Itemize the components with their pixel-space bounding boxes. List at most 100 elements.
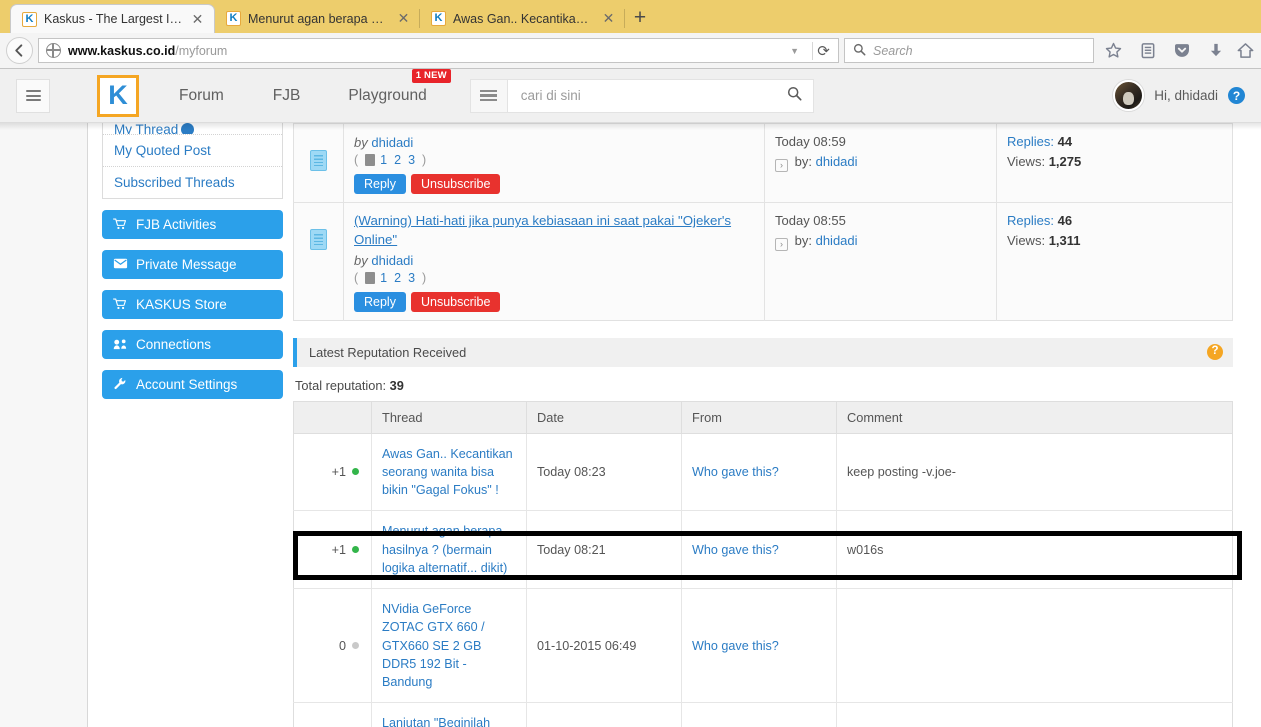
table-row[interactable]: +1 Menurut agan berapa hasilnya ? (berma… [293,510,1233,590]
total-reputation-label: Total reputation: [295,377,387,393]
last-post-author: › by: dhidadi [775,152,986,172]
reputation-thread-link[interactable]: Lanjutan "Beginilah kalau lalat kimpoi" … [382,716,513,727]
unsubscribe-button[interactable]: Unsubscribe [410,291,501,312]
thread-page-link-3[interactable]: 3 [408,153,415,167]
table-row[interactable]: 0 NVidia GeForce ZOTAC GTX 660 / GTX660 … [293,588,1233,704]
pocket-icon[interactable] [1167,36,1196,65]
downloads-icon[interactable] [1201,36,1230,65]
views-label: Views: [1007,153,1046,169]
thread-lastpost-cell: Today 08:55 › by: dhidadi [764,202,997,321]
browser-tab-0[interactable]: K Kaskus - The Largest Indo... ✕ [10,4,215,33]
bookmark-star-icon[interactable] [1099,36,1128,65]
views-stat: Views: 1,275 [1007,152,1222,172]
search-icon[interactable] [787,86,802,105]
sidebar-item-private-message[interactable]: Private Message [102,250,283,279]
reputation-thread-link[interactable]: Menurut agan berapa hasilnya ? (bermain … [382,524,507,575]
sidebar-item-fjb-activities[interactable]: FJB Activities [102,210,283,239]
help-icon[interactable]: ? [1228,87,1245,104]
last-post-author-link[interactable]: dhidadi [816,154,858,169]
reply-button[interactable]: Reply [354,174,406,194]
panel-title: Latest Reputation Received [309,344,467,360]
category-menu-icon [480,87,498,103]
back-icon[interactable] [6,37,33,64]
header-search-group [469,78,814,113]
sidebar-item-my-thread[interactable]: My Thread [103,123,282,135]
jump-to-last-post-icon[interactable]: › [775,237,788,251]
thread-title-link[interactable]: (Warning) Hati-hati jika punya kebiasaan… [354,211,754,250]
site-search-box[interactable] [506,78,814,113]
table-row[interactable]: +1 Awas Gan.. Kecantikan seorang wanita … [293,433,1233,512]
reputation-comment-cell: keep posting -v.joe- [836,433,1233,512]
browser-search-bar[interactable]: Search [844,38,1094,63]
reputation-thread-link[interactable]: Awas Gan.. Kecantikan seorang wanita bis… [382,447,513,498]
sidebar-item-label: FJB Activities [136,217,217,232]
replies-label: Replies: [1007,134,1054,149]
close-tab-icon[interactable]: ✕ [396,11,411,26]
column-header-from: From [681,401,837,434]
who-gave-this-link[interactable]: Who gave this? [692,639,779,653]
nav-item-playground[interactable]: Playground 1 NEW [348,68,451,105]
thread-page-link-1[interactable]: 1 [380,153,387,167]
browser-tab-1[interactable]: K Menurut agan berapa hasi... ✕ [215,4,420,33]
kaskus-logo[interactable]: K [97,74,139,117]
views-stat: Views: 1,311 [1007,231,1222,251]
reload-icon[interactable]: ⟳ [812,41,834,60]
close-tab-icon[interactable]: ✕ [190,12,205,27]
reputation-date: Today 08:21 [526,510,682,590]
help-icon[interactable]: ? [1207,344,1223,361]
sidebar-item-account-settings[interactable]: Account Settings [102,370,283,399]
total-reputation: Total reputation: 39 [293,367,1233,401]
browser-chrome: K Kaskus - The Largest Indo... ✕ K Menur… [0,0,1261,69]
chevron-down-icon[interactable]: ▼ [784,46,805,56]
sidebar-item-my-quoted-post[interactable]: My Quoted Post [103,135,282,167]
thread-page-link-2[interactable]: 2 [394,271,401,285]
sidebar-item-label: My Thread [114,123,179,135]
positive-indicator-icon [352,546,359,554]
search-input[interactable] [518,87,787,104]
sidebar-item-kaskus-store[interactable]: KASKUS Store [102,290,283,319]
url-domain: www.kaskus.co.id [68,43,176,58]
sidebar-item-subscribed-threads[interactable]: Subscribed Threads [103,167,282,198]
paren-open: ( [354,270,359,285]
browser-tab-2[interactable]: K Awas Gan.. Kecantikan se... ✕ [420,4,625,33]
thread-author-link[interactable]: dhidadi [371,135,413,150]
connections-icon [113,338,127,352]
avatar[interactable] [1113,80,1145,111]
url-path: /myforum [175,43,228,58]
by-label: by [354,135,368,150]
thread-author-link[interactable]: dhidadi [371,253,413,268]
table-row[interactable]: 0 Lanjutan "Beginilah kalau lalat kimpoi… [293,702,1233,727]
nav-item-forum[interactable]: Forum [179,87,224,105]
main-column: by dhidadi ( 1 2 3 ) Reply Unsubscribe T… [293,123,1247,727]
wrench-icon [113,377,127,392]
thread-action-buttons: Reply Unsubscribe [354,174,754,194]
who-gave-this-link[interactable]: Who gave this? [692,465,779,479]
last-post-author-link[interactable]: dhidadi [816,233,858,248]
address-bar[interactable]: www.kaskus.co.id/myforum ▼ ⟳ [38,38,839,63]
last-post-by-label: by: [794,232,812,248]
table-row[interactable]: (Warning) Hati-hati jika punya kebiasaan… [293,202,1233,321]
unsubscribe-button[interactable]: Unsubscribe [410,174,501,194]
thread-page-link-2[interactable]: 2 [394,153,401,167]
sidebar-item-connections[interactable]: Connections [102,330,283,359]
reply-button[interactable]: Reply [354,291,406,312]
new-tab-icon[interactable]: + [625,4,655,33]
sidebar-toggle-button[interactable] [16,78,50,113]
reputation-from-cell: Who gave this? [681,433,837,512]
who-gave-this-link[interactable]: Who gave this? [692,543,779,557]
jump-to-last-post-icon[interactable]: › [775,158,788,172]
total-reputation-value: 39 [389,377,404,393]
table-row[interactable]: by dhidadi ( 1 2 3 ) Reply Unsubscribe T… [293,123,1233,203]
thread-page-link-3[interactable]: 3 [408,271,415,285]
user-greeting[interactable]: Hi, dhidadi [1154,88,1218,103]
category-menu-button[interactable] [469,78,507,113]
home-icon[interactable] [1235,36,1255,65]
thread-page-link-1[interactable]: 1 [380,271,387,285]
views-count: 1,275 [1048,153,1082,169]
reputation-thread-link[interactable]: NVidia GeForce ZOTAC GTX 660 / GTX660 SE… [382,602,485,689]
replies-stat: Replies: 46 [1007,211,1222,231]
thread-pages: ( 1 2 3 ) [354,271,754,285]
close-tab-icon[interactable]: ✕ [601,11,616,26]
reader-list-icon[interactable] [1133,36,1162,65]
nav-item-fjb[interactable]: FJB [273,87,301,105]
